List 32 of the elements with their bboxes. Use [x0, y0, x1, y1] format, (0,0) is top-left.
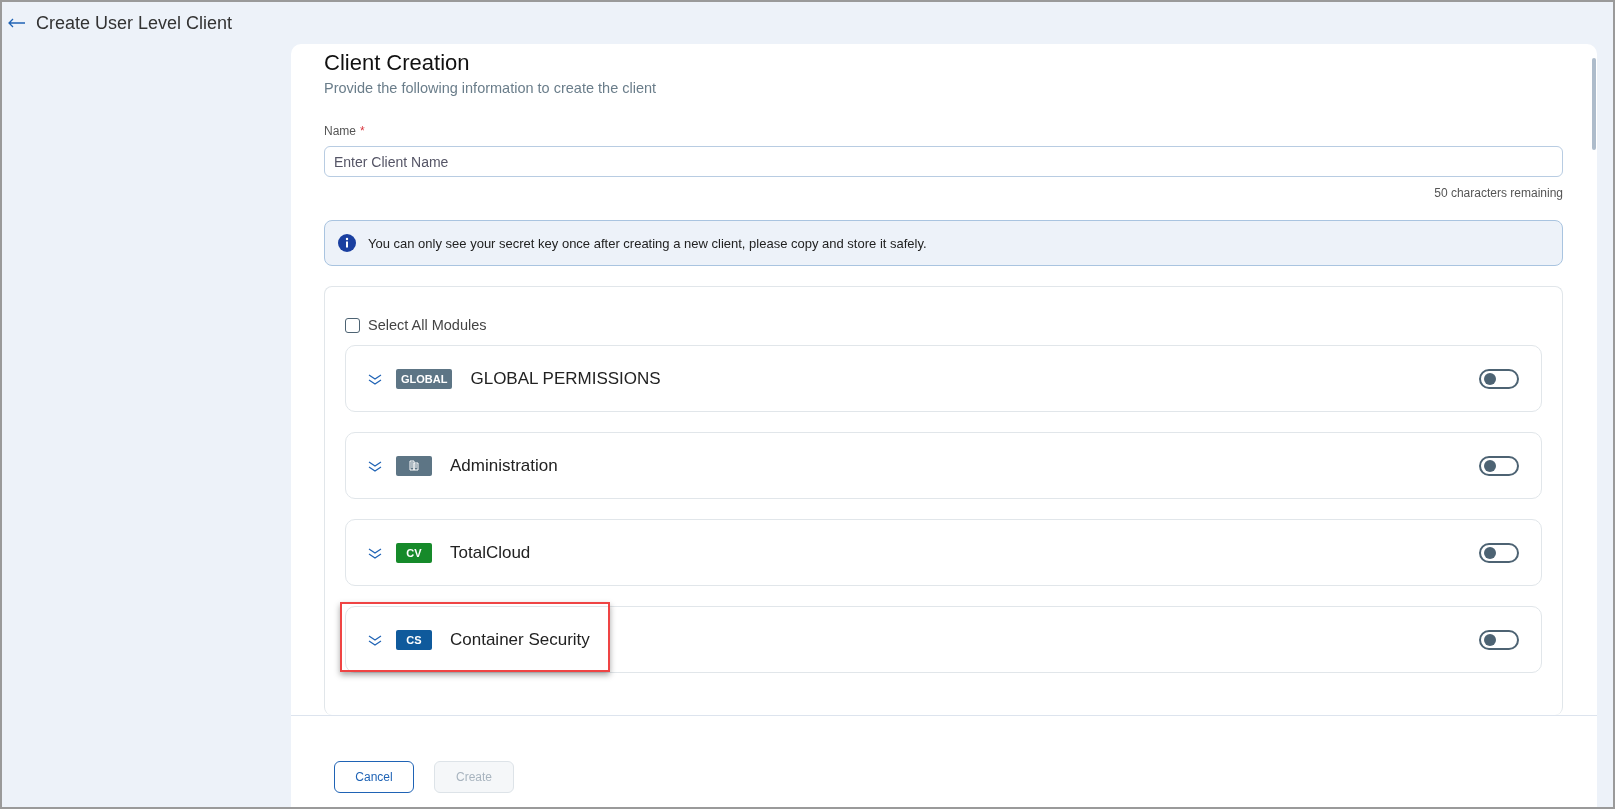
required-mark: *	[360, 124, 365, 138]
expand-chevron-icon[interactable]	[368, 372, 382, 385]
module-row[interactable]: GLOBAL GLOBAL PERMISSIONS	[345, 345, 1542, 412]
select-all-label[interactable]: Select All Modules	[368, 317, 487, 333]
module-toggle[interactable]	[1479, 368, 1519, 389]
scrollbar-thumb[interactable]	[1592, 58, 1596, 150]
back-arrow-icon[interactable]	[8, 18, 26, 28]
character-counter: 50 characters remaining	[1434, 186, 1563, 200]
expand-chevron-icon[interactable]	[368, 546, 382, 559]
module-name: Administration	[450, 455, 558, 476]
module-name: GLOBAL PERMISSIONS	[470, 368, 661, 389]
name-input[interactable]: Enter Client Name	[324, 146, 1563, 177]
module-toggle[interactable]	[1479, 455, 1519, 476]
form-title: Client Creation	[324, 50, 471, 76]
module-row[interactable]: CV TotalCloud	[345, 519, 1542, 586]
module-badge: GLOBAL	[396, 368, 453, 389]
module-toggle[interactable]	[1479, 629, 1519, 650]
module-badge: CS	[396, 629, 432, 650]
page-title: Create User Level Client	[36, 12, 233, 34]
cancel-button[interactable]: Cancel	[334, 761, 414, 793]
module-row[interactable]: Administration	[345, 432, 1542, 499]
module-name: TotalCloud	[450, 542, 531, 563]
select-all-checkbox[interactable]	[345, 317, 360, 333]
form-subtitle: Provide the following information to create the client	[324, 80, 658, 96]
info-icon	[338, 234, 356, 252]
module-toggle[interactable]	[1479, 542, 1519, 563]
field-label: Name	[324, 124, 356, 138]
module-badge: CV	[396, 542, 432, 563]
expand-chevron-icon[interactable]	[368, 633, 382, 646]
expand-chevron-icon[interactable]	[368, 459, 382, 472]
info-text: You can only see your secret key once after creating a new client, please copy and store it safely.	[368, 235, 927, 251]
module-name: Container Security	[450, 629, 590, 650]
